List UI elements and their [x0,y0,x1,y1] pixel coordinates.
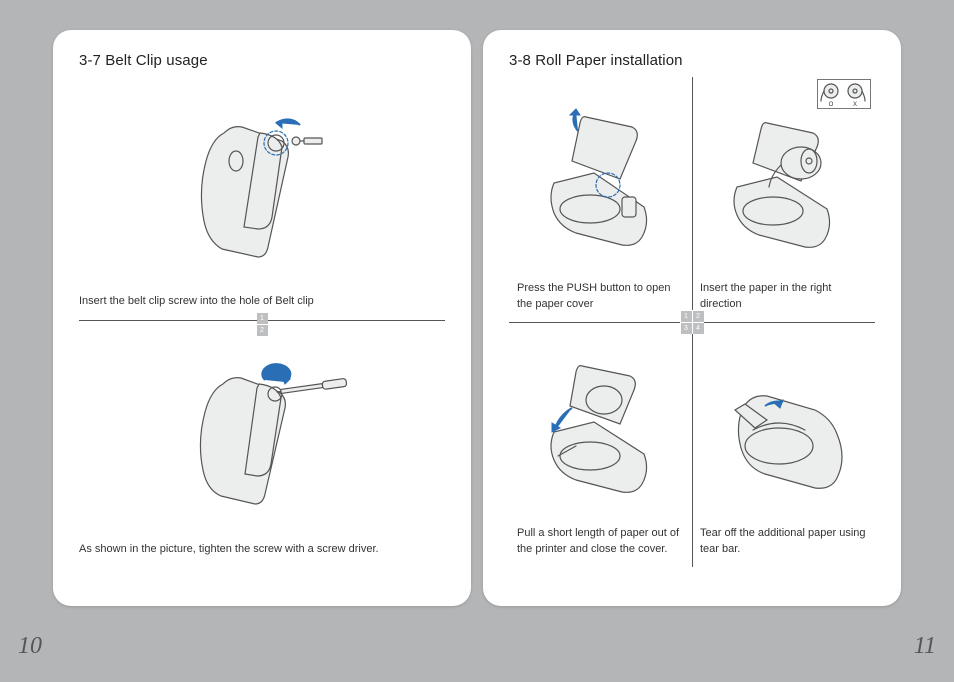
page-number-left: 10 [18,633,42,660]
step-badge: 2 [693,311,704,322]
step-badge: 1 [681,311,692,322]
roll-paper-step-3: Pull a short length of paper out of the … [509,322,692,567]
belt-clip-illustration-1 [79,77,445,288]
paper-direction-legend: O X [817,79,871,114]
step-badge: 4 [693,323,704,334]
step-caption: Press the PUSH button to open the paper … [515,277,686,314]
manual-page-right: 3-8 Roll Paper installation 1 2 3 4 [483,30,901,606]
printer-close-cover-illustration [515,328,686,522]
belt-clip-step-2: As shown in the picture, tighten the scr… [79,325,445,568]
step-caption: Tear off the additional paper using tear… [698,522,869,559]
step-badge: 3 [681,323,692,334]
step-divider: 1 2 [79,320,445,321]
belt-clip-step-1: Insert the belt clip screw into the hole… [79,77,445,320]
roll-paper-step-2: O X Insert the p [692,77,875,322]
page-number-right: 11 [914,633,936,660]
belt-clip-steps: Insert the belt clip screw into the hole… [79,77,445,567]
step-caption: Insert the paper in the right direction [698,277,869,314]
printer-open-illustration [515,83,686,277]
manual-page-left: 3-7 Belt Clip usage [53,30,471,606]
legend-wrong: X [853,102,857,108]
roll-paper-step-4: Tear off the additional paper using tear… [692,322,875,567]
section-title: 3-7 Belt Clip usage [79,52,445,69]
belt-clip-illustration-2 [79,325,445,536]
printer-tear-paper-illustration [698,328,869,522]
step-number-badges: 1 2 3 4 [680,310,704,334]
roll-paper-steps: 1 2 3 4 [509,77,875,567]
step-caption: As shown in the picture, tighten the scr… [79,536,445,567]
legend-correct: O [829,102,834,108]
section-title: 3-8 Roll Paper installation [509,52,875,69]
step-caption: Pull a short length of paper out of the … [515,522,686,559]
roll-paper-step-1: Press the PUSH button to open the paper … [509,77,692,322]
step-badge: 1 [257,313,268,324]
